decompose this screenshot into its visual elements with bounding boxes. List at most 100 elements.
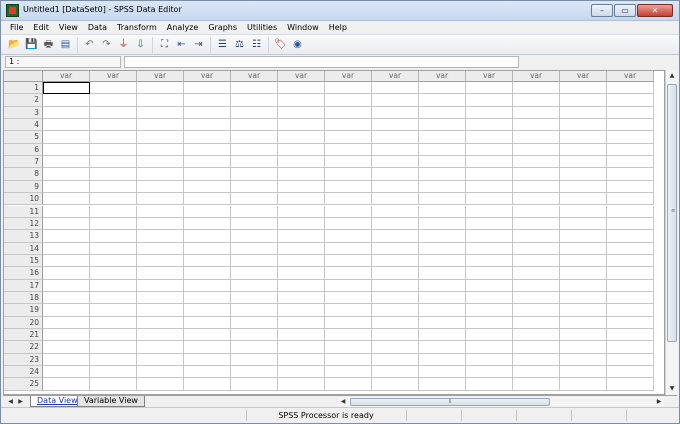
row-header[interactable]: 16 xyxy=(4,267,43,280)
column-header[interactable]: var xyxy=(184,71,231,82)
data-cell[interactable] xyxy=(278,119,325,132)
maximize-button[interactable]: ▭ xyxy=(614,4,636,17)
data-cell[interactable] xyxy=(231,291,278,305)
row-header[interactable]: 3 xyxy=(4,106,43,120)
data-cell[interactable] xyxy=(90,119,137,132)
data-cell[interactable] xyxy=(184,316,231,329)
undo-icon[interactable]: ↶ xyxy=(82,37,97,52)
data-cell[interactable] xyxy=(137,193,184,206)
data-cell[interactable] xyxy=(184,304,231,317)
data-cell[interactable] xyxy=(466,242,513,255)
data-cell[interactable] xyxy=(137,205,184,218)
data-cell[interactable] xyxy=(607,82,654,95)
data-cell[interactable] xyxy=(325,242,372,255)
data-cell[interactable] xyxy=(137,378,184,391)
data-cell[interactable] xyxy=(607,353,654,367)
select-cases-icon[interactable]: ☷ xyxy=(249,37,264,52)
data-cell[interactable] xyxy=(184,217,231,231)
column-header[interactable]: var xyxy=(466,71,513,82)
data-cell[interactable] xyxy=(372,230,419,243)
data-cell[interactable] xyxy=(466,106,513,120)
data-cell[interactable] xyxy=(231,353,278,367)
data-cell[interactable] xyxy=(419,156,466,169)
data-cell[interactable] xyxy=(419,168,466,181)
data-cell[interactable] xyxy=(513,168,560,181)
data-cell[interactable] xyxy=(466,304,513,317)
data-cell[interactable] xyxy=(513,366,560,379)
data-cell[interactable] xyxy=(43,291,90,305)
data-cell[interactable] xyxy=(419,329,466,342)
data-cell[interactable] xyxy=(43,230,90,243)
data-cell[interactable] xyxy=(466,217,513,231)
data-cell[interactable] xyxy=(372,366,419,379)
data-cell[interactable] xyxy=(278,168,325,181)
data-cell[interactable] xyxy=(560,230,607,243)
data-cell[interactable] xyxy=(90,341,137,354)
tab-next-icon[interactable]: ▶ xyxy=(16,397,25,407)
data-cell[interactable] xyxy=(137,143,184,157)
tab-variable-view[interactable]: Variable View xyxy=(77,396,145,407)
data-cell[interactable] xyxy=(231,366,278,379)
data-cell[interactable] xyxy=(372,279,419,292)
data-cell[interactable] xyxy=(466,366,513,379)
data-cell[interactable] xyxy=(607,143,654,157)
data-cell[interactable] xyxy=(278,156,325,169)
data-cell[interactable] xyxy=(278,193,325,206)
data-cell[interactable] xyxy=(419,279,466,292)
row-header[interactable]: 20 xyxy=(4,316,43,329)
data-cell[interactable] xyxy=(419,242,466,255)
data-cell[interactable] xyxy=(325,366,372,379)
data-cell[interactable] xyxy=(513,267,560,280)
data-cell[interactable] xyxy=(325,143,372,157)
data-cell[interactable] xyxy=(231,254,278,268)
data-cell[interactable] xyxy=(466,143,513,157)
data-cell[interactable] xyxy=(43,316,90,329)
data-cell[interactable] xyxy=(231,82,278,95)
data-cell[interactable] xyxy=(90,254,137,268)
data-cell[interactable] xyxy=(137,156,184,169)
data-cell[interactable] xyxy=(278,217,325,231)
value-labels-icon[interactable]: 🏷 xyxy=(273,37,288,52)
data-cell[interactable] xyxy=(231,106,278,120)
data-cell[interactable] xyxy=(137,366,184,379)
data-cell[interactable] xyxy=(560,205,607,218)
data-cell[interactable] xyxy=(466,205,513,218)
data-cell[interactable] xyxy=(184,267,231,280)
row-header[interactable]: 4 xyxy=(4,119,43,132)
weight-cases-icon[interactable]: ⚖ xyxy=(232,37,247,52)
data-cell[interactable] xyxy=(419,143,466,157)
data-cell[interactable] xyxy=(137,131,184,144)
data-cell[interactable] xyxy=(325,217,372,231)
data-cell[interactable] xyxy=(607,254,654,268)
column-header[interactable]: var xyxy=(43,71,90,82)
data-cell[interactable] xyxy=(372,82,419,95)
data-cell[interactable] xyxy=(513,119,560,132)
data-cell[interactable] xyxy=(607,279,654,292)
data-cell[interactable] xyxy=(419,94,466,107)
data-cell[interactable] xyxy=(278,353,325,367)
data-cell[interactable] xyxy=(137,329,184,342)
row-header[interactable]: 12 xyxy=(4,217,43,231)
data-cell[interactable] xyxy=(560,291,607,305)
data-cell[interactable] xyxy=(231,329,278,342)
data-cell[interactable] xyxy=(184,94,231,107)
menu-analyze[interactable]: Analyze xyxy=(162,21,204,34)
cell-value-input[interactable] xyxy=(124,56,519,68)
data-cell[interactable] xyxy=(231,378,278,391)
goto-case-icon[interactable]: ⏚ xyxy=(116,37,131,52)
row-header[interactable]: 19 xyxy=(4,304,43,317)
data-cell[interactable] xyxy=(278,131,325,144)
menu-edit[interactable]: Edit xyxy=(28,21,54,34)
data-cell[interactable] xyxy=(419,267,466,280)
data-cell[interactable] xyxy=(325,156,372,169)
data-cell[interactable] xyxy=(372,341,419,354)
data-cell[interactable] xyxy=(137,168,184,181)
data-cell[interactable] xyxy=(278,205,325,218)
data-cell[interactable] xyxy=(513,205,560,218)
data-cell[interactable] xyxy=(466,279,513,292)
data-cell[interactable] xyxy=(231,242,278,255)
data-cell[interactable] xyxy=(43,242,90,255)
row-header[interactable]: 23 xyxy=(4,353,43,367)
data-cell[interactable] xyxy=(466,353,513,367)
horizontal-scroll-thumb[interactable]: ⦀ xyxy=(350,398,550,406)
